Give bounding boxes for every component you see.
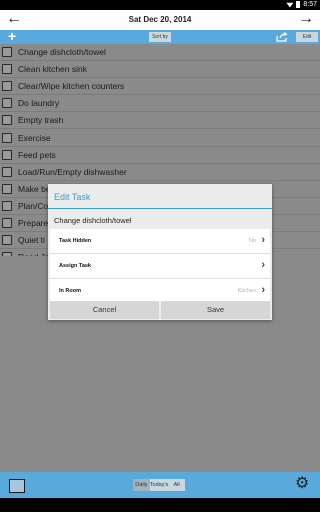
task-label: Prepare [18,217,49,228]
list-item[interactable]: Empty trash [0,112,320,130]
task-checkbox[interactable] [2,217,12,228]
list-item[interactable]: Do laundry [0,95,320,113]
dialog-title-divider [48,208,272,209]
gear-icon[interactable]: ⚙ [295,476,309,492]
option-label: In Room [59,288,81,294]
list-item[interactable]: Clean kitchen sink [0,61,320,79]
option-label: Task Hidden [59,238,92,244]
view-filter-segment: Daily Today's All [133,479,186,491]
chevron-right-icon: › [261,284,265,296]
task-checkbox[interactable] [2,81,12,92]
chevron-right-icon: › [261,234,265,246]
task-label: Feed pets [18,149,56,160]
dialog-title: Edit Task [54,192,91,202]
option-in-room[interactable]: In Room Kitchen › [50,279,270,303]
status-bar: 8:57 [0,0,320,10]
option-task-hidden[interactable]: Task Hidden No › [50,229,270,254]
task-toolbar: + Sort by Edit [0,28,320,44]
task-checkbox[interactable] [2,252,12,256]
date-bar: ← Sat Dec 20, 2014 → [0,10,320,30]
tab-daily[interactable]: Daily [133,479,150,491]
task-checkbox[interactable] [2,200,12,211]
option-value: Kitchen [237,288,256,294]
list-item[interactable]: Load/Run/Empty dishwasher [0,164,320,181]
task-label: Clear/Wipe kitchen counters [18,81,125,92]
current-date: Sat Dec 20, 2014 [128,15,192,24]
task-checkbox[interactable] [2,64,12,75]
task-checkbox[interactable] [2,98,12,109]
tab-todays[interactable]: Today's [149,479,169,491]
navigation-bar [0,498,320,512]
list-item[interactable]: Exercise [0,129,320,147]
edit-button[interactable]: Edit [296,32,318,42]
option-value: No [248,238,256,244]
chevron-right-icon: › [261,259,265,271]
task-label: Quiet ti [18,235,45,246]
option-assign-task[interactable]: Assign Task › [50,254,270,279]
list-item[interactable]: Clear/Wipe kitchen counters [0,78,320,96]
option-label: Assign Task [59,263,91,269]
status-time: 8:57 [303,1,317,8]
cancel-button[interactable]: Cancel [50,301,159,319]
task-checkbox[interactable] [2,166,12,177]
sort-by-button[interactable]: Sort by [149,32,171,42]
task-label: Exercise [18,132,51,143]
tab-all[interactable]: All [168,479,186,491]
battery-icon [296,1,301,8]
task-label: Read Ja [18,252,50,256]
task-label: Change dishcloth/towel [18,47,106,58]
save-button[interactable]: Save [161,301,270,319]
task-checkbox[interactable] [2,183,12,194]
dialog-options: Task Hidden No › Assign Task › In Room K… [50,229,270,302]
task-checkbox[interactable] [2,149,12,160]
edit-task-dialog: Edit Task Change dishcloth/towel Task Hi… [48,184,272,320]
share-icon[interactable] [276,32,288,42]
task-label: Load/Run/Empty dishwasher [18,166,127,177]
add-task-button[interactable]: + [8,28,16,44]
next-day-arrow-icon[interactable]: → [298,11,314,27]
task-checkbox[interactable] [2,47,12,58]
list-item[interactable]: Feed pets [0,147,320,164]
task-label: Plan/Co [18,200,49,211]
task-checkbox[interactable] [2,132,12,143]
task-label: Clean kitchen sink [18,64,87,75]
dialog-task-name: Change dishcloth/towel [54,216,132,225]
task-checkbox[interactable] [2,235,12,246]
task-label: Empty trash [18,115,64,126]
wifi-icon [286,2,294,8]
bottom-bar: Daily Today's All ⚙ [0,472,320,498]
task-checkbox[interactable] [2,115,12,126]
list-item[interactable]: Change dishcloth/towel [0,44,320,62]
task-label: Do laundry [18,98,60,109]
calendar-icon[interactable] [9,479,25,493]
